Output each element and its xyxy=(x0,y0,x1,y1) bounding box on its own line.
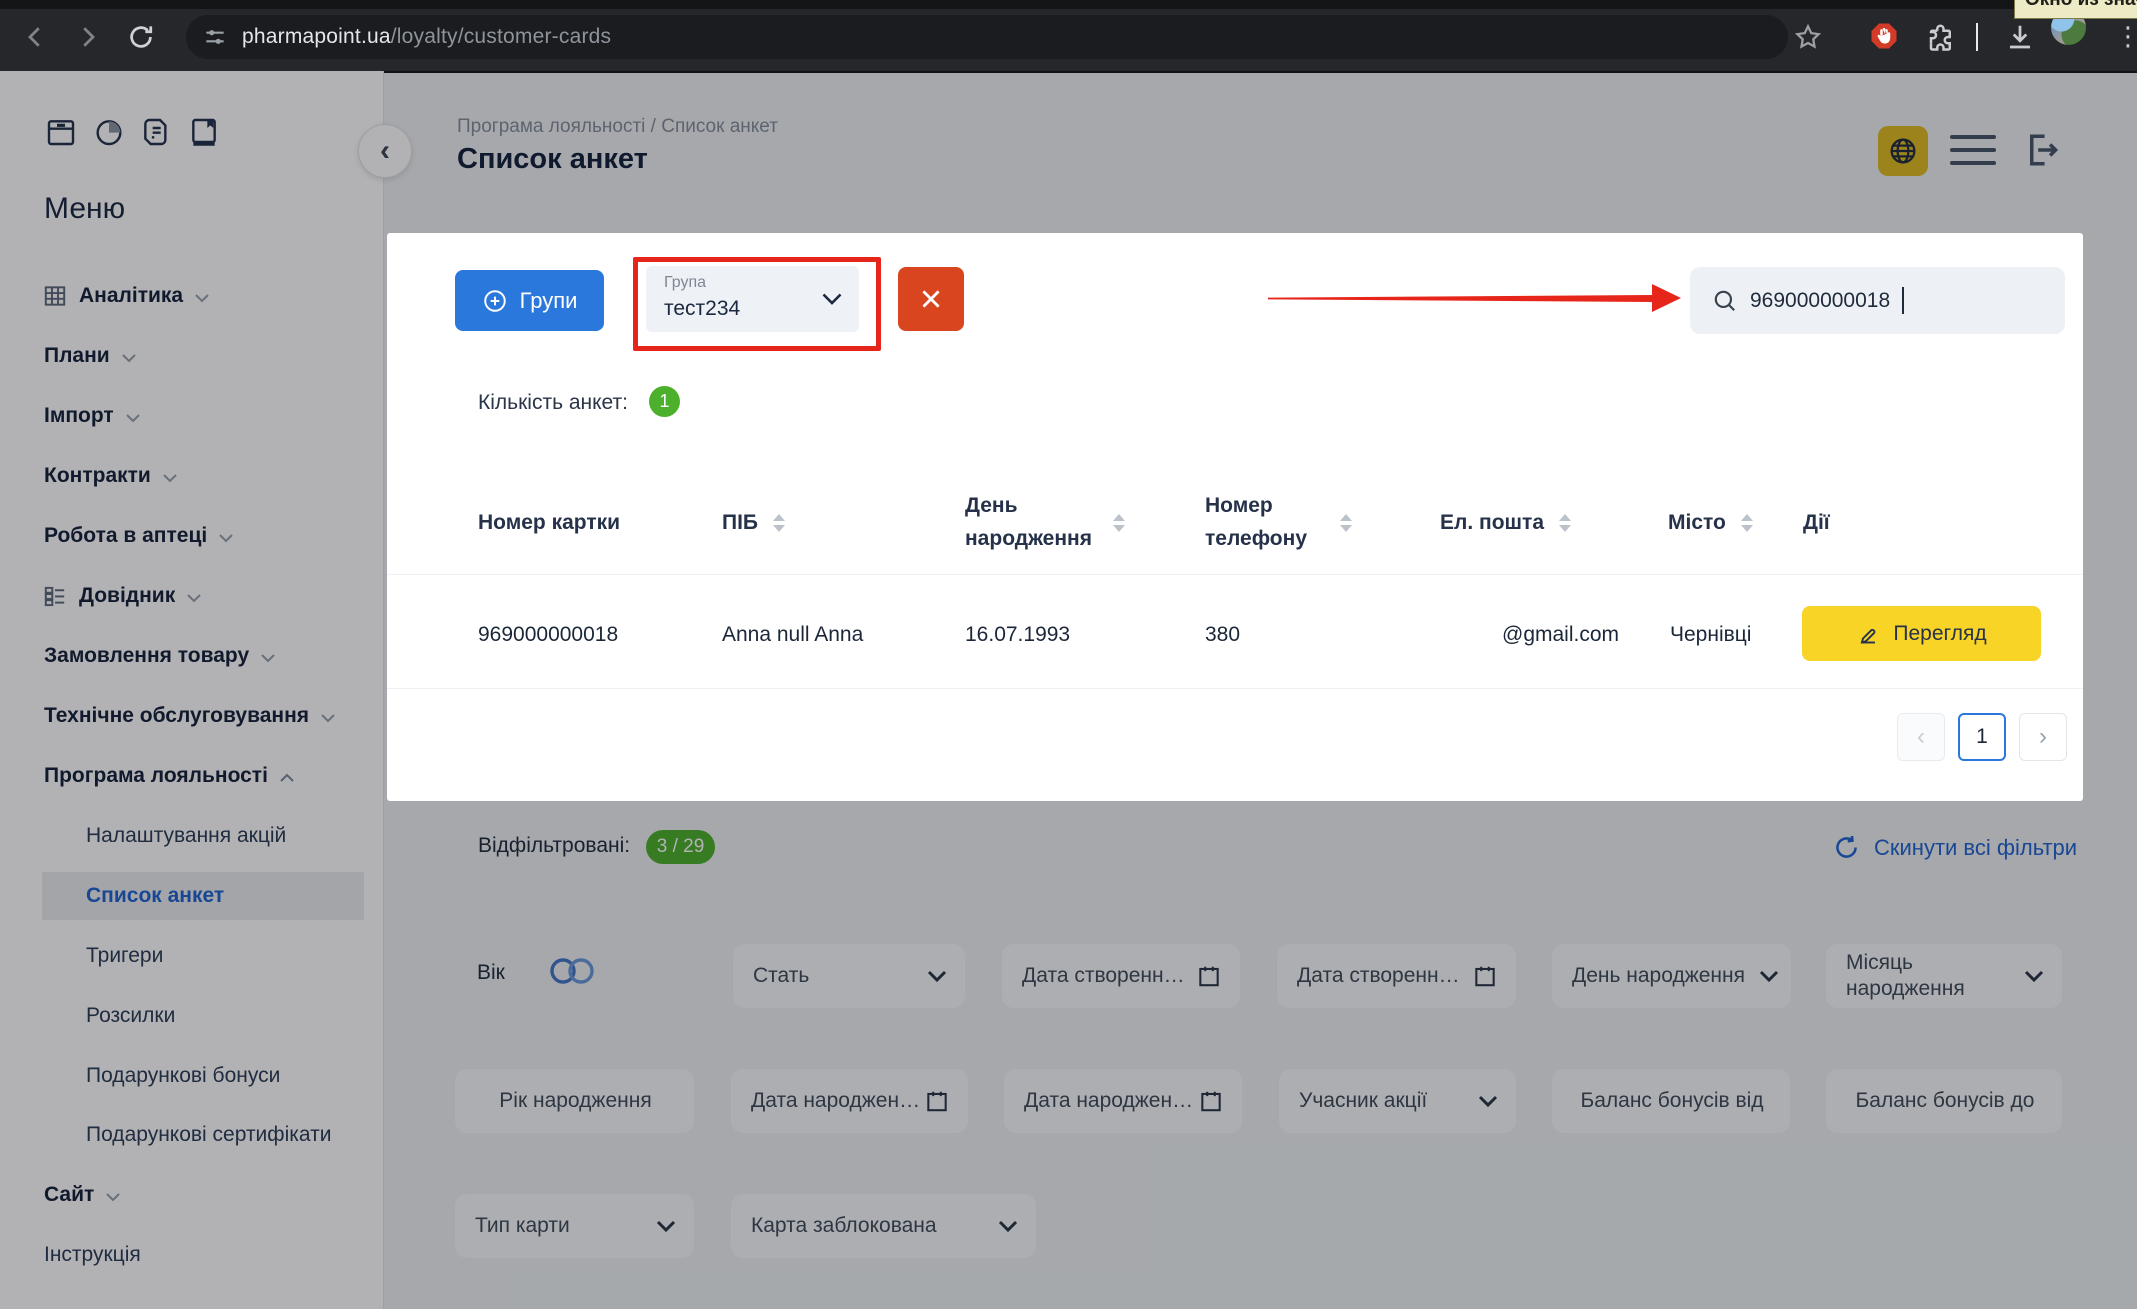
col-birthday[interactable]: День народження xyxy=(965,473,1125,573)
count-badge: 1 xyxy=(649,386,680,417)
col-actions: Дії xyxy=(1803,473,1830,573)
reload-icon[interactable] xyxy=(126,22,156,52)
search-value: 969000000018 xyxy=(1750,289,1890,313)
sort-icon[interactable] xyxy=(1340,514,1352,532)
annotation-red-box xyxy=(633,257,881,351)
col-email[interactable]: Ел. пошта xyxy=(1440,473,1571,573)
sort-icon[interactable] xyxy=(1113,514,1125,532)
sort-icon[interactable] xyxy=(773,514,785,532)
col-city[interactable]: Місто xyxy=(1668,473,1753,573)
cell-birthday: 16.07.1993 xyxy=(965,585,1070,685)
forward-icon[interactable] xyxy=(73,22,103,52)
pagination-prev-button[interactable]: ‹ xyxy=(1897,713,1945,761)
adblock-icon[interactable] xyxy=(1869,21,1899,51)
col-card-number: Номер картки xyxy=(478,473,620,573)
count-label: Кількість анкет: xyxy=(478,391,628,415)
back-icon[interactable] xyxy=(20,22,50,52)
plus-circle-icon xyxy=(482,288,508,314)
divider xyxy=(387,574,2083,575)
col-phone[interactable]: Номер телефону xyxy=(1205,473,1352,573)
cell-city: Чернівці xyxy=(1670,585,1751,685)
cell-name: Anna null Anna xyxy=(722,585,863,685)
browser-toolbar: pharmapoint.ua/loyalty/customer-cards ⋮ xyxy=(0,0,2137,73)
pagination-current-page[interactable]: 1 xyxy=(1958,713,2006,761)
sort-icon[interactable] xyxy=(1741,514,1753,532)
groups-button[interactable]: Групи xyxy=(455,270,604,331)
annotation-arrow-head xyxy=(1652,284,1681,312)
site-info-icon[interactable] xyxy=(202,24,228,50)
divider xyxy=(387,688,2083,689)
toolbar-separator xyxy=(1976,23,1978,51)
col-name[interactable]: ПІБ xyxy=(722,473,785,573)
screen: pharmapoint.ua/loyalty/customer-cards ⋮ … xyxy=(0,0,2137,1309)
close-icon xyxy=(918,286,944,312)
extensions-puzzle-icon[interactable] xyxy=(1926,22,1956,52)
download-icon[interactable] xyxy=(2005,22,2035,52)
search-input[interactable]: 969000000018 xyxy=(1690,267,2065,334)
cell-card-number: 969000000018 xyxy=(478,585,618,685)
cell-email: @gmail.com xyxy=(1502,585,1619,685)
annotation-tooltip: Окно из зна-ч xyxy=(2014,0,2137,19)
url-domain: pharmapoint.ua xyxy=(242,25,391,49)
clear-group-button[interactable] xyxy=(898,267,964,331)
text-caret xyxy=(1902,287,1904,314)
chevron-left-icon: ‹ xyxy=(1917,723,1925,751)
pagination-next-button[interactable]: › xyxy=(2019,713,2067,761)
sort-icon[interactable] xyxy=(1559,514,1571,532)
edit-pencil-icon xyxy=(1856,622,1880,646)
chevron-right-icon: › xyxy=(2039,723,2047,751)
url-path: /loyalty/customer-cards xyxy=(391,25,612,49)
cell-phone: 380 xyxy=(1205,585,1240,685)
search-icon xyxy=(1712,288,1738,314)
bookmark-star-icon[interactable] xyxy=(1793,22,1823,52)
kebab-menu-icon[interactable]: ⋮ xyxy=(2115,19,2137,53)
url-bar[interactable]: pharmapoint.ua/loyalty/customer-cards xyxy=(186,15,1788,59)
window-edge xyxy=(0,0,2137,9)
view-button[interactable]: Перегляд xyxy=(1802,606,2041,661)
